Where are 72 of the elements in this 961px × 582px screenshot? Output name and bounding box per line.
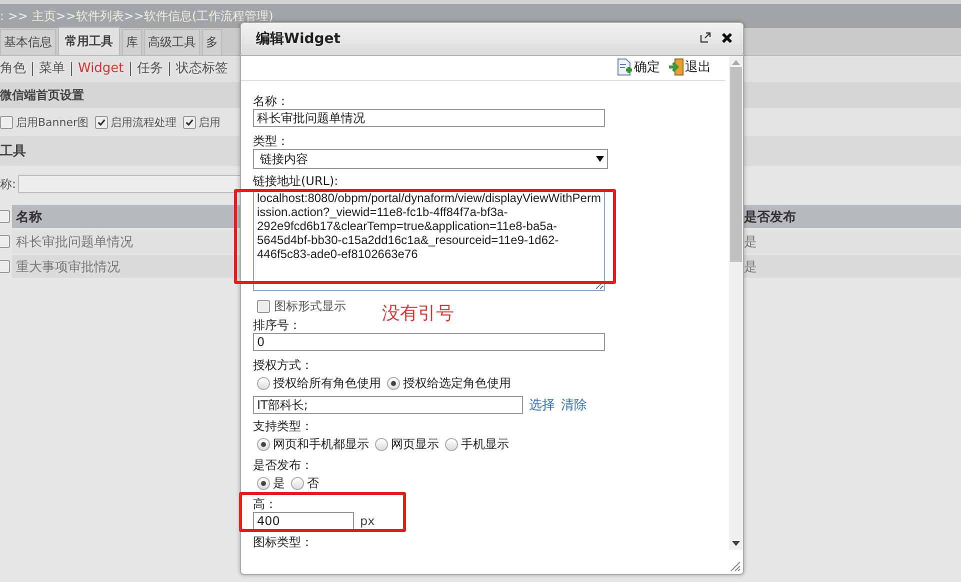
radio-label: 授权给选定角色使用 bbox=[403, 375, 511, 392]
annotation-note: 没有引号 bbox=[382, 302, 454, 325]
link[interactable]: 选择 bbox=[529, 396, 555, 414]
checkbox-label: 启用 bbox=[198, 114, 221, 130]
dropdown-arrow-icon bbox=[596, 156, 604, 162]
radio-button[interactable] bbox=[387, 377, 400, 390]
field-label: 排序号： bbox=[253, 317, 301, 333]
radio-label: 是 bbox=[273, 475, 285, 492]
action-button[interactable]: 确定 bbox=[617, 58, 660, 76]
action-button[interactable]: 退出 bbox=[668, 58, 711, 76]
checkbox[interactable] bbox=[0, 116, 13, 128]
radio-button[interactable] bbox=[257, 438, 270, 451]
radio-button[interactable] bbox=[375, 438, 388, 451]
tab[interactable]: 高级工具 bbox=[144, 29, 200, 55]
field-label: 是否发布： bbox=[253, 457, 313, 473]
door-arrow-icon bbox=[668, 58, 684, 76]
checkbox[interactable] bbox=[0, 235, 10, 248]
radio-button[interactable] bbox=[291, 477, 304, 490]
table-cell: 是 bbox=[742, 255, 961, 278]
radio-button[interactable] bbox=[257, 377, 270, 390]
checkbox[interactable] bbox=[182, 116, 196, 128]
tab[interactable]: 库 bbox=[122, 29, 142, 55]
radio-label: 网页显示 bbox=[391, 436, 439, 453]
field-label: 名称： bbox=[253, 93, 289, 109]
input-field[interactable]: IT部科长; bbox=[253, 396, 523, 414]
sub-tab[interactable]: Widget bbox=[72, 62, 131, 76]
checkbox[interactable] bbox=[94, 116, 108, 128]
document-plus-icon bbox=[617, 58, 633, 76]
checkbox[interactable] bbox=[257, 300, 270, 312]
scroll-thumb[interactable] bbox=[730, 67, 742, 262]
field-label: 链接地址(URL): bbox=[253, 173, 338, 189]
column-header: 是否发布 bbox=[742, 205, 961, 228]
scrollbar[interactable] bbox=[729, 56, 743, 550]
field-label: 高： bbox=[253, 496, 277, 512]
select-field[interactable]: 链接内容 bbox=[253, 149, 608, 169]
section-title: 工具 bbox=[0, 143, 26, 160]
radio-label: 网页和手机都显示 bbox=[273, 436, 369, 453]
radio-label: 否 bbox=[307, 475, 319, 492]
input-field[interactable]: 科长审批问题单情况 bbox=[253, 109, 605, 127]
sub-tab[interactable]: 菜单 bbox=[33, 62, 72, 76]
link[interactable]: 清除 bbox=[561, 396, 587, 414]
checkbox-label: 启用Banner图 bbox=[16, 114, 89, 130]
resize-grip-icon[interactable] bbox=[730, 561, 741, 572]
field-label: 支持类型： bbox=[253, 418, 313, 434]
section-title: 微信端首页设置 bbox=[0, 86, 84, 104]
dialog-title: 编辑Widget bbox=[256, 30, 342, 48]
field-label: 称: bbox=[0, 176, 16, 192]
unit-label: px bbox=[360, 514, 375, 528]
tab[interactable]: 常用工具 bbox=[58, 27, 120, 55]
breadcrumb: : >> 主页>>软件列表>>软件信息(工作流程管理) bbox=[0, 8, 274, 24]
url-field[interactable]: localhost:8080/obpm/portal/dynaform/view/displayViewWithPermission.action?_viewid=11e8-fc1b-4ff84f7a-bf3a-292e9fcd6b17&clearTemp=true&application=11e8-ba5a-5645d4bf-bb30-c15a2dd16c1a&_resourceid=11e9-1d62-446f5c83-ade0-ef8102663e76 bbox=[253, 189, 605, 291]
radio-button[interactable] bbox=[445, 438, 458, 451]
scroll-up-icon[interactable] bbox=[732, 60, 740, 65]
checkbox[interactable] bbox=[0, 210, 10, 223]
sub-tab[interactable]: 状态标签 bbox=[170, 62, 234, 76]
input-field[interactable]: 0 bbox=[253, 333, 605, 351]
input-field[interactable]: 400 bbox=[253, 512, 354, 530]
radio-label: 授权给所有角色使用 bbox=[273, 375, 381, 392]
sub-tab[interactable]: 角色 bbox=[0, 62, 33, 76]
radio-button[interactable] bbox=[257, 477, 270, 490]
field-label: 图标类型： bbox=[253, 534, 313, 550]
scroll-down-icon[interactable] bbox=[732, 541, 740, 546]
sub-tab[interactable]: 任务 bbox=[130, 62, 170, 76]
radio-label: 手机显示 bbox=[461, 436, 509, 453]
field-label: 授权方式： bbox=[253, 357, 313, 373]
checkbox-label: 图标形式显示 bbox=[274, 298, 346, 314]
checkbox-label: 启用流程处理 bbox=[110, 114, 177, 130]
tab[interactable]: 基本信息 bbox=[0, 29, 56, 55]
table-cell: 是 bbox=[742, 230, 961, 253]
checkbox[interactable] bbox=[0, 260, 10, 273]
tab[interactable]: 多 bbox=[202, 29, 222, 55]
field-label: 类型： bbox=[253, 133, 289, 149]
